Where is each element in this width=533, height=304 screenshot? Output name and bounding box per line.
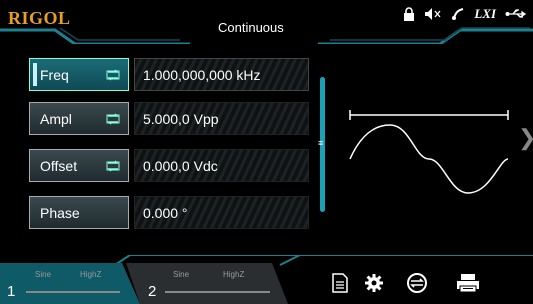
print-icon[interactable] [455,270,481,296]
toggle-icon [106,113,120,125]
toggle-icon [106,160,120,172]
freq-label: Freq [40,66,69,83]
freq-value[interactable]: 1.000,000,000 kHz [134,58,309,91]
ampl-key[interactable]: Ampl [29,102,129,135]
lock-icon[interactable] [403,7,415,21]
offset-key[interactable]: Offset [29,149,129,182]
scroll-grip-icon[interactable]: ≡ [318,139,327,150]
channel-1-underline [26,291,120,293]
offset-value[interactable]: 0.000,0 Vdc [134,149,309,182]
channel-2-tab[interactable]: 2 Sine HighZ [133,262,278,304]
param-row-freq: Freq 1.000,000,000 kHz [29,58,309,91]
waveform-preview [349,110,509,194]
ampl-value[interactable]: 5.000,0 Vpp [134,102,309,135]
chevron-right-icon[interactable]: ❯ [518,125,533,151]
channel-2-waveform: Sine [173,270,190,279]
channel-1-number: 1 [7,283,16,300]
brand-logo: RIGOL [8,8,71,28]
file-icon[interactable] [327,270,353,296]
run-mode-label: Continuous [218,20,284,35]
freq-key[interactable]: Freq [29,58,129,91]
phase-label: Phase [40,204,80,221]
remote-icon [451,7,465,21]
channel-2-underline [165,291,270,293]
channel-2-impedance: HighZ [223,270,245,279]
top-bar: RIGOL Continuous LXI [0,0,533,44]
lxi-icon: LXI [474,6,496,21]
phase-key[interactable]: Phase [29,196,129,229]
phase-value[interactable]: 0.000 ° [134,196,309,229]
status-icons: LXI [403,6,527,22]
channel-1-waveform: Sine [35,270,52,279]
param-row-phase: Phase 0.000 ° [29,196,309,229]
toggle-icon [106,69,120,81]
channel-1-impedance: HighZ [80,270,102,279]
param-row-ampl: Ampl 5.000,0 Vpp [29,102,309,135]
usb-icon [505,8,527,20]
settings-gear-icon[interactable] [361,270,387,296]
ampl-label: Ampl [40,110,72,127]
offset-label: Offset [40,157,78,174]
param-row-offset: Offset 0.000,0 Vdc [29,149,309,182]
mute-icon[interactable] [424,7,442,21]
channel-2-number: 2 [148,283,157,300]
channel-1-tab[interactable]: 1 Sine HighZ [0,262,125,304]
counter-icon[interactable] [404,270,430,296]
